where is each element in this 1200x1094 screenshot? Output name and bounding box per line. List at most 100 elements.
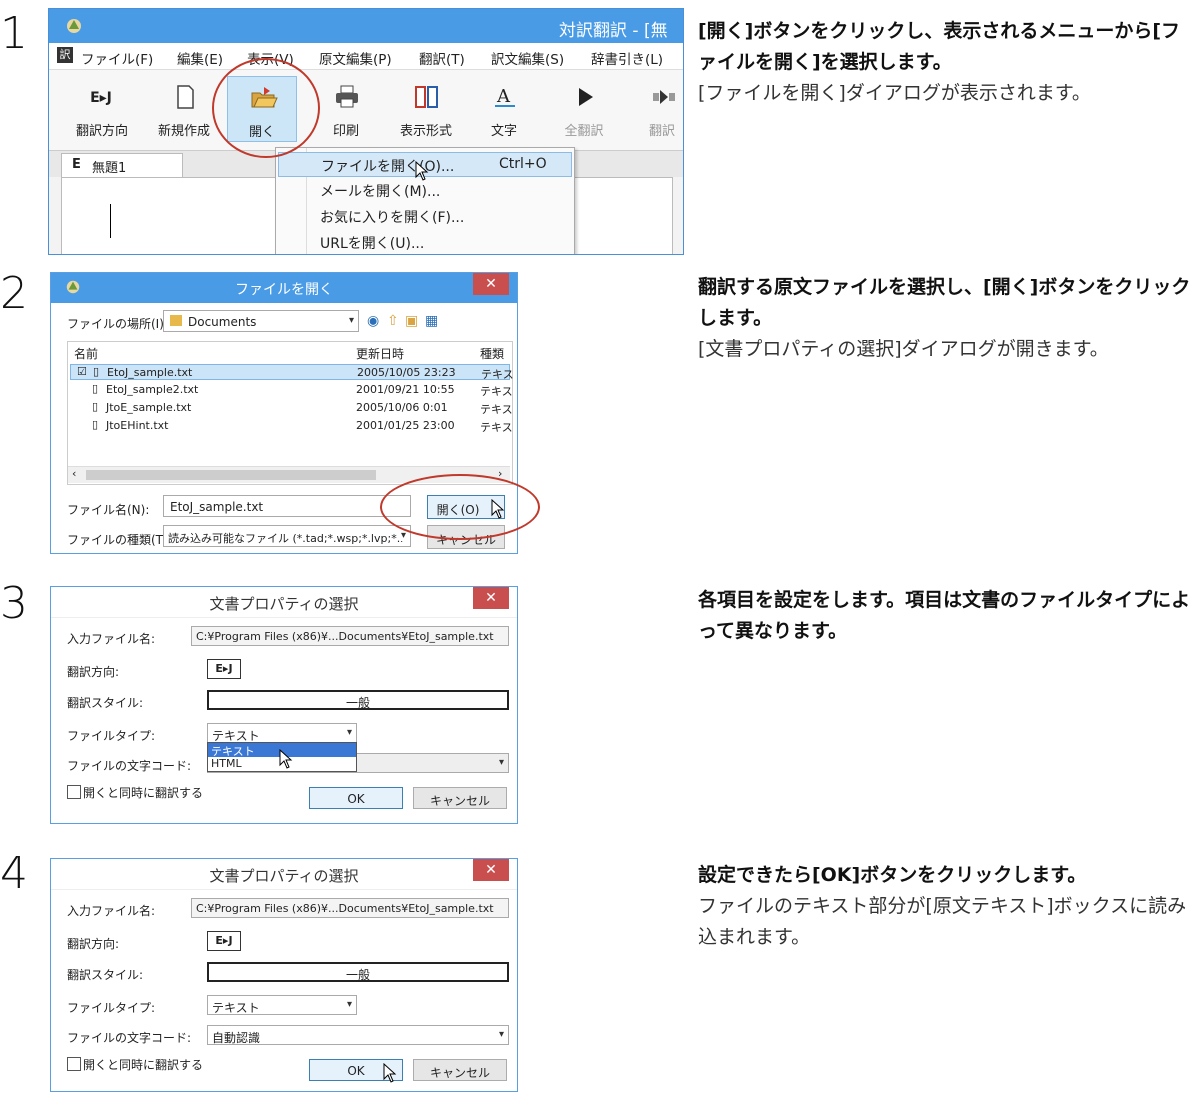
app-window: 対訳翻訳 - [無 訳 ファイル(F) 編集(E) 表示(V) 原文編集(P) …: [48, 8, 684, 255]
scrollbar-thumb[interactable]: [86, 470, 376, 480]
cancel-button[interactable]: キャンセル: [413, 787, 507, 809]
app-toolbar: E▸J 翻訳方向 新規作成 開く 印刷 表示形式 A 文字 全翻訳 翻訳: [49, 70, 683, 151]
chevron-down-icon: ▾: [498, 1029, 504, 1040]
cancel-button[interactable]: キャンセル: [413, 1059, 507, 1081]
font-icon: A: [495, 86, 515, 107]
menu-target-edit[interactable]: 訳文編集(S): [491, 48, 564, 68]
cancel-button-label: キャンセル: [429, 1066, 490, 1080]
dialog-title: 文書プロパティの選択: [209, 867, 359, 885]
toolbar-print-button[interactable]: 印刷: [311, 76, 381, 142]
new-document-icon: [177, 85, 194, 109]
menu-app-icon[interactable]: 訳: [57, 47, 73, 63]
direction-label: 翻訳方向:: [67, 665, 120, 679]
toolbar-new-button[interactable]: 新規作成: [149, 76, 219, 142]
style-field[interactable]: 一般: [207, 690, 509, 710]
menu-file[interactable]: ファイル(F): [81, 48, 153, 68]
file-open-dialog-title: ファイルを開く: [235, 282, 333, 298]
toolbar-translate-all-label: 全翻訳: [564, 124, 604, 139]
file-date: 2001/09/21 10:55: [356, 383, 455, 396]
location-value: Documents: [188, 315, 257, 329]
file-row[interactable]: ▯ JtoEHint.txt 2001/01/25 23:00 テキス: [70, 418, 513, 434]
filetype-select[interactable]: テキスト ▾: [207, 995, 357, 1015]
menu-edit[interactable]: 編集(E): [177, 48, 223, 68]
menu-source-edit[interactable]: 原文編集(P): [319, 48, 392, 68]
new-folder-icon[interactable]: ▣: [405, 313, 418, 329]
file-name: JtoE_sample.txt: [106, 401, 192, 414]
filetype-select[interactable]: テキスト ▾: [207, 723, 357, 743]
step-4-note: ファイルのテキスト部分が[原文テキスト]ボックスに読み込まれます。: [698, 895, 1187, 948]
highlight-open-dialog-button: [380, 474, 540, 540]
mouse-cursor-icon: [383, 1063, 397, 1083]
close-icon[interactable]: ✕: [473, 273, 509, 295]
file-row[interactable]: ☑ ▯ EtoJ_sample.txt 2005/10/05 23:23 テキス: [70, 364, 514, 381]
toolbar-direction-button[interactable]: E▸J 翻訳方向: [67, 76, 137, 142]
filename-value: EtoJ_sample.txt: [170, 500, 264, 514]
app-logo-icon: [67, 19, 81, 33]
file-name: JtoEHint.txt: [106, 419, 169, 432]
file-date: 2005/10/05 23:23: [357, 366, 456, 379]
back-icon[interactable]: ◉: [367, 313, 379, 329]
toolbar-translate-all-button[interactable]: 全翻訳: [549, 76, 619, 142]
menu-translate[interactable]: 翻訳(T): [419, 48, 465, 68]
ok-button[interactable]: OK: [309, 787, 403, 809]
translate-checkbox-label: 開くと同時に翻訳する: [83, 786, 204, 800]
close-icon[interactable]: ✕: [473, 859, 509, 881]
file-row[interactable]: ▯ EtoJ_sample2.txt 2001/09/21 10:55 テキス: [70, 382, 513, 398]
translate-checkbox[interactable]: [67, 785, 81, 799]
toolbar-view-button[interactable]: 表示形式: [391, 76, 461, 142]
input-file-value: C:¥Program Files (x86)¥...Documents¥EtoJ…: [196, 902, 494, 915]
charcode-select[interactable]: 自動認識 ▾: [207, 1025, 509, 1045]
highlight-open-button: [212, 58, 320, 158]
menu-item-open-file-shortcut: Ctrl+O: [499, 156, 547, 172]
file-date: 2001/01/25 23:00: [356, 419, 455, 432]
input-file-value: C:¥Program Files (x86)¥...Documents¥EtoJ…: [196, 630, 494, 643]
toolbar-font-button[interactable]: A 文字: [469, 76, 539, 142]
filetype-select[interactable]: 読み込み可能なファイル (*.tad;*.wsp;*.lvp;*.l ▾: [163, 525, 411, 547]
close-icon[interactable]: ✕: [473, 587, 509, 609]
style-label: 翻訳スタイル:: [67, 696, 144, 710]
file-type: テキス: [481, 368, 514, 381]
menu-dictionary[interactable]: 辞書引き(L): [591, 48, 663, 68]
cancel-button-label: キャンセル: [429, 794, 490, 808]
chevron-down-icon: ▾: [400, 530, 406, 541]
view-menu-icon[interactable]: ▦: [425, 313, 438, 329]
document-tab[interactable]: E 無題1: [61, 153, 183, 177]
menu-item-open-mail[interactable]: メールを開く(M)...: [278, 178, 572, 203]
tab-direction-prefix: E: [72, 157, 81, 172]
file-type: テキス: [480, 403, 513, 416]
checkbox-checked-icon[interactable]: ☑: [77, 365, 87, 378]
step-3-title: 各項目を設定をします。項目は文書のファイルタイプによって異なります。: [698, 589, 1191, 642]
view-layout-icon: [415, 86, 438, 108]
style-field[interactable]: 一般: [207, 962, 509, 982]
menu-item-open-favorites[interactable]: お気に入りを開く(F)...: [278, 204, 572, 229]
chevron-down-icon: ▾: [348, 315, 354, 326]
doc-properties-dialog-step4: 文書プロパティの選択 ✕ 入力ファイル名: C:¥Program Files (…: [50, 858, 518, 1092]
file-open-dialog-titlebar: ファイルを開く ✕: [51, 273, 517, 303]
play-icon: [579, 88, 593, 106]
location-select[interactable]: Documents ▾: [163, 310, 359, 332]
direction-badge: E▸J: [207, 931, 241, 951]
scroll-left-icon[interactable]: ‹: [72, 467, 76, 480]
toolbar-view-label: 表示形式: [399, 124, 452, 139]
toolbar-translate-button[interactable]: 翻訳: [627, 76, 683, 142]
column-date-header[interactable]: 更新日時: [356, 345, 404, 362]
filename-input[interactable]: EtoJ_sample.txt: [163, 495, 411, 517]
up-folder-icon[interactable]: ⇧: [387, 313, 399, 329]
column-name-header[interactable]: 名前: [74, 345, 98, 362]
toolbar-translate-label: 翻訳: [648, 124, 675, 139]
column-type-header[interactable]: 種類: [480, 345, 504, 362]
tab-title: 無題1: [92, 161, 127, 176]
file-name: EtoJ_sample.txt: [107, 366, 193, 379]
dialog-titlebar: 文書プロパティの選択 ✕: [51, 587, 517, 618]
toolbar-direction-label: 翻訳方向: [75, 124, 128, 139]
svg-text:A: A: [496, 86, 511, 107]
file-row[interactable]: ▯ JtoE_sample.txt 2005/10/06 0:01 テキス: [70, 400, 513, 416]
menu-item-open-favorites-label: お気に入りを開く(F)...: [320, 210, 465, 226]
menu-item-open-url[interactable]: URLを開く(U)...: [278, 230, 572, 254]
step-number-2: 2: [0, 268, 28, 319]
menu-item-open-file-label: ファイルを開く(O)...: [321, 159, 455, 175]
app-title: 対訳翻訳 - [無: [559, 21, 668, 41]
translate-checkbox[interactable]: [67, 1057, 81, 1071]
translate-checkbox-label: 開くと同時に翻訳する: [83, 1058, 204, 1072]
step-4-description: 設定できたら[OK]ボタンをクリックします。 ファイルのテキスト部分が[原文テキ…: [698, 860, 1198, 953]
